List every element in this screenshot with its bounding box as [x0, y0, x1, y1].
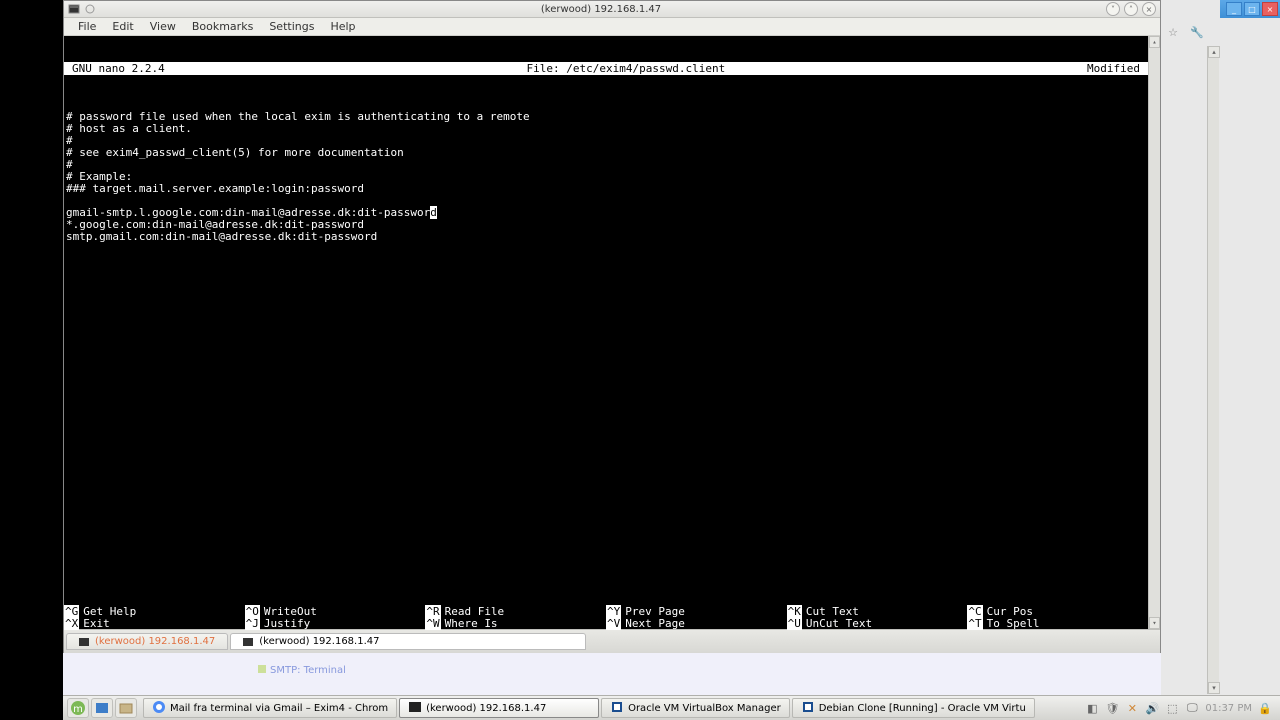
wrench-icon[interactable]: 🔧: [1189, 24, 1205, 40]
host-close-button[interactable]: ×: [1262, 2, 1278, 16]
session-tabbar: (kerwood) 192.168.1.47 (kerwood) 192.168…: [64, 629, 1160, 653]
taskbar: m Mail fra terminal via Gmail – Exim4 - …: [63, 695, 1280, 720]
terminal[interactable]: GNU nano 2.2.4 File: /etc/exim4/passwd.c…: [64, 36, 1160, 629]
nano-command: ^TTo Spell: [967, 617, 1148, 629]
browser-scrollbar[interactable]: ▴ ▾: [1207, 46, 1219, 694]
app-icon: [801, 700, 815, 717]
nano-modified: Modified: [1087, 62, 1148, 75]
nano-body[interactable]: # password file used when the local exim…: [64, 111, 1148, 243]
browser-toolbar-remnant: ☆ 🔧: [1165, 24, 1205, 40]
network-icon[interactable]: ⬚: [1165, 701, 1179, 715]
background-link[interactable]: SMTP: Terminal: [258, 665, 346, 676]
sticky-icon[interactable]: [84, 3, 96, 15]
taskbar-item-label: (kerwood) 192.168.1.47: [426, 703, 546, 714]
host-maximize-button[interactable]: □: [1244, 2, 1260, 16]
host-window-controls: _ □ ×: [1220, 0, 1280, 18]
system-tray: ◧ 🛡 ✕ 🔊 ⬚ 🖵 01:37 PM 🔒: [1085, 701, 1280, 715]
taskbar-item-label: Oracle VM VirtualBox Manager: [628, 703, 781, 714]
menu-help[interactable]: Help: [322, 18, 363, 35]
scroll-up-icon[interactable]: ▴: [1149, 36, 1160, 48]
scroll-down-arrow[interactable]: ▾: [1208, 682, 1220, 694]
monitor-icon[interactable]: 🖵: [1185, 701, 1199, 715]
nano-command: ^CCur Pos: [967, 605, 1148, 617]
nano-command: ^VNext Page: [606, 617, 787, 629]
maximize-button[interactable]: ˄: [1124, 2, 1138, 16]
session-tab[interactable]: (kerwood) 192.168.1.47: [66, 633, 228, 650]
tab-label: (kerwood) 192.168.1.47: [259, 636, 379, 647]
nano-footer: ^GGet Help^OWriteOut^RRead File^YPrev Pa…: [64, 605, 1148, 629]
tab-label: (kerwood) 192.168.1.47: [95, 636, 215, 647]
terminal-content[interactable]: GNU nano 2.2.4 File: /etc/exim4/passwd.c…: [64, 36, 1148, 629]
nano-header: GNU nano 2.2.4 File: /etc/exim4/passwd.c…: [64, 62, 1148, 75]
bullet-icon: [258, 665, 266, 673]
taskbar-item[interactable]: Debian Clone [Running] - Oracle VM Virtu: [792, 698, 1035, 718]
nano-command: ^JJustify: [245, 617, 426, 629]
show-desktop-button[interactable]: [91, 698, 113, 718]
volume-icon[interactable]: 🔊: [1145, 701, 1159, 715]
menubar: File Edit View Bookmarks Settings Help: [64, 18, 1160, 36]
taskbar-item[interactable]: Mail fra terminal via Gmail – Exim4 - Ch…: [143, 698, 397, 718]
app-icon: [408, 700, 422, 717]
nano-command: ^YPrev Page: [606, 605, 787, 617]
menu-settings[interactable]: Settings: [261, 18, 322, 35]
mint-menu-button[interactable]: m: [67, 698, 89, 718]
lock-icon[interactable]: 🔒: [1258, 701, 1272, 715]
window-titlebar[interactable]: (kerwood) 192.168.1.47 ˅ ˄ ×: [64, 1, 1160, 18]
scroll-track[interactable]: [1149, 48, 1160, 617]
minimize-button[interactable]: ˅: [1106, 2, 1120, 16]
taskbar-items: Mail fra terminal via Gmail – Exim4 - Ch…: [143, 698, 1035, 718]
taskbar-item-label: Debian Clone [Running] - Oracle VM Virtu: [819, 703, 1026, 714]
taskbar-item[interactable]: (kerwood) 192.168.1.47: [399, 698, 599, 718]
close-button[interactable]: ×: [1142, 2, 1156, 16]
nano-command: ^GGet Help: [64, 605, 245, 617]
nano-command: ^WWhere Is: [425, 617, 606, 629]
taskbar-item[interactable]: Oracle VM VirtualBox Manager: [601, 698, 790, 718]
host-minimize-button[interactable]: _: [1226, 2, 1242, 16]
nano-command: ^UUnCut Text: [787, 617, 968, 629]
menu-bookmarks[interactable]: Bookmarks: [184, 18, 261, 35]
nano-filename: File: /etc/exim4/passwd.client: [165, 62, 1087, 75]
file-manager-button[interactable]: [115, 698, 137, 718]
terminal-icon: [79, 637, 89, 647]
menu-view[interactable]: View: [142, 18, 184, 35]
nano-command: ^RRead File: [425, 605, 606, 617]
nano-command: ^KCut Text: [787, 605, 968, 617]
terminal-icon: [243, 637, 253, 647]
nano-command: ^XExit: [64, 617, 245, 629]
star-icon[interactable]: ☆: [1165, 24, 1181, 40]
nano-version: GNU nano 2.2.4: [64, 62, 165, 75]
taskbar-launchers: m: [63, 698, 137, 718]
nano-command: ^OWriteOut: [245, 605, 426, 617]
scroll-down-icon[interactable]: ▾: [1149, 617, 1160, 629]
terminal-icon: [68, 3, 80, 15]
scroll-up-arrow[interactable]: ▴: [1208, 46, 1220, 58]
menu-edit[interactable]: Edit: [104, 18, 141, 35]
tray-icon[interactable]: ◧: [1085, 701, 1099, 715]
taskbar-item-label: Mail fra terminal via Gmail – Exim4 - Ch…: [170, 703, 388, 714]
cross-icon[interactable]: ✕: [1125, 701, 1139, 715]
svg-text:m: m: [73, 704, 83, 715]
app-icon: [610, 700, 624, 717]
desktop-background: [1160, 0, 1280, 700]
shield-icon[interactable]: 🛡: [1105, 701, 1119, 715]
terminal-scrollbar[interactable]: ▴ ▾: [1148, 36, 1160, 629]
menu-file[interactable]: File: [70, 18, 104, 35]
session-tab[interactable]: (kerwood) 192.168.1.47: [230, 633, 586, 650]
window-title: (kerwood) 192.168.1.47: [96, 4, 1106, 15]
clock[interactable]: 01:37 PM: [1205, 703, 1252, 714]
terminal-window: (kerwood) 192.168.1.47 ˅ ˄ × File Edit V…: [63, 0, 1161, 654]
background-page: [63, 653, 1161, 695]
app-icon: [152, 700, 166, 717]
